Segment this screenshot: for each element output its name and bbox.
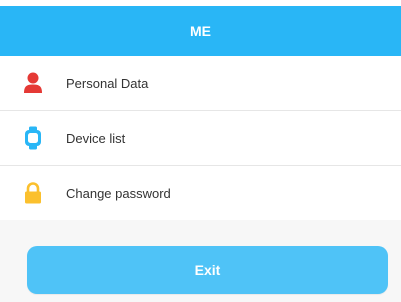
person-icon xyxy=(20,70,46,96)
menu-item-device-list[interactable]: Device list xyxy=(0,111,401,166)
app-header: ME xyxy=(0,6,401,56)
menu-item-personal-data[interactable]: Personal Data xyxy=(0,56,401,111)
exit-button[interactable]: Exit xyxy=(27,246,388,294)
menu-item-label: Device list xyxy=(66,130,126,146)
settings-menu: Personal Data Device list Change passwor… xyxy=(0,56,401,220)
menu-item-label: Change password xyxy=(66,185,171,201)
menu-item-label: Personal Data xyxy=(66,75,149,91)
watch-icon xyxy=(20,125,46,151)
lock-icon xyxy=(20,180,46,206)
page-title: ME xyxy=(190,23,211,39)
menu-item-change-password[interactable]: Change password xyxy=(0,166,401,220)
